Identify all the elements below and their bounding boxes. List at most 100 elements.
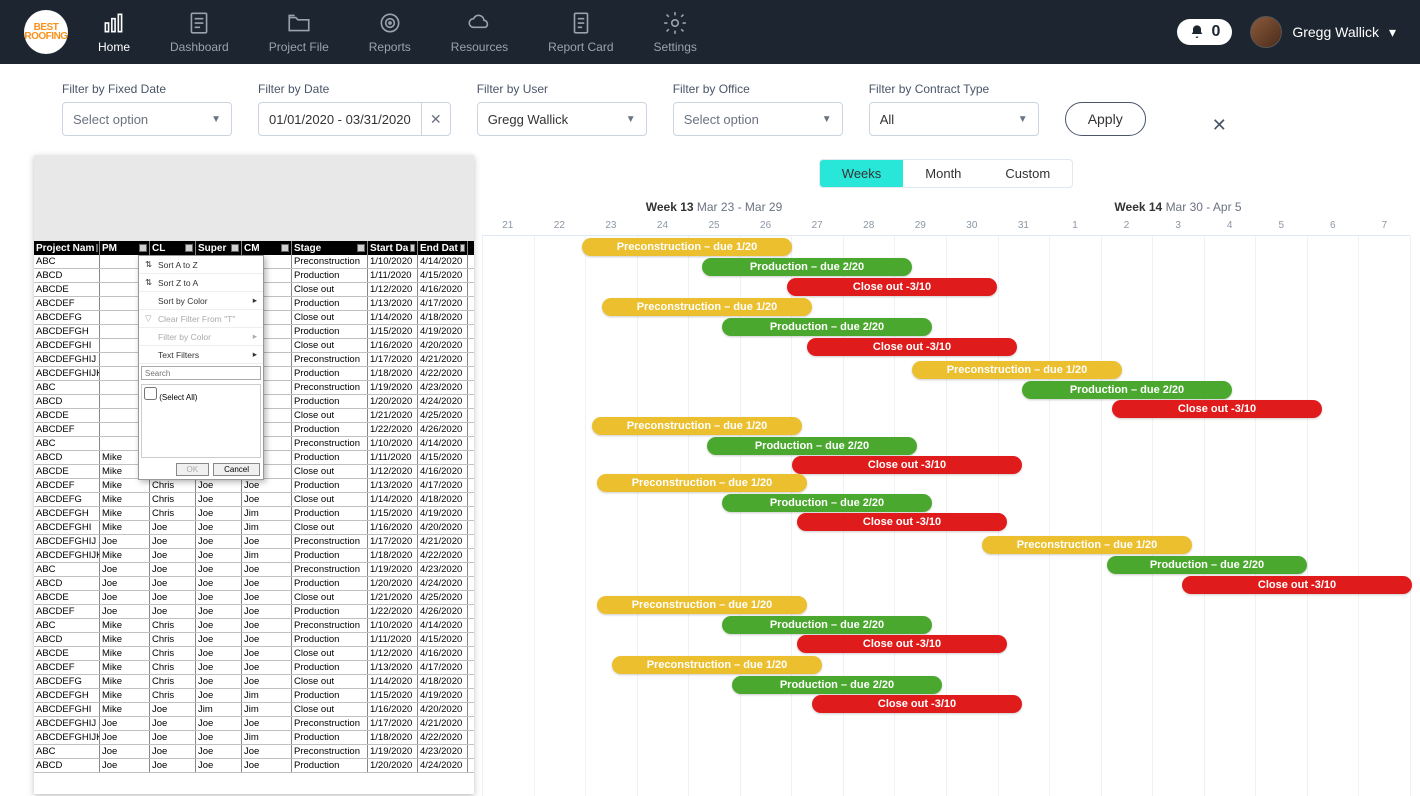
sort-za[interactable]: ⇅Sort Z to A [139, 274, 263, 292]
nav-resources[interactable]: Resources [451, 10, 508, 54]
gantt-bar[interactable]: Production – due 2/20 [707, 437, 917, 455]
table-row[interactable]: ABCJoeJoeJoeJoePreconstruction1/19/20204… [34, 563, 474, 577]
dropdown-value: Select option [684, 112, 759, 127]
gantt-bar[interactable]: Preconstruction – due 1/20 [597, 596, 807, 614]
table-row[interactable]: ABCDEFGHIJJoeJoeJoeJoePreconstruction1/1… [34, 717, 474, 731]
sort-color[interactable]: Sort by Color▸ [139, 292, 263, 310]
table-row[interactable]: ABCJoeJoeJoeJoePreconstruction1/19/20204… [34, 745, 474, 759]
gear-icon [662, 10, 688, 36]
office-dropdown[interactable]: Select option ▼ [673, 102, 843, 136]
filter-icon [139, 244, 147, 252]
user-menu[interactable]: Gregg Wallick ▾ [1250, 16, 1396, 48]
col-cm[interactable]: CM [242, 241, 292, 255]
nav-dashboard[interactable]: Dashboard [170, 10, 229, 54]
gantt-area[interactable]: Preconstruction – due 1/20 Production – d… [482, 236, 1410, 796]
table-row[interactable]: ABCDEFGHIJJoeJoeJoeJoePreconstruction1/1… [34, 535, 474, 549]
gantt-bar[interactable]: Preconstruction – due 1/20 [612, 656, 822, 674]
filter-user: Filter by User Gregg Wallick ▼ [477, 82, 647, 136]
clear-date-button[interactable]: ✕ [421, 102, 451, 136]
close-filters-button[interactable]: ✕ [1212, 105, 1227, 136]
gantt-bar[interactable]: Preconstruction – due 1/20 [592, 417, 802, 435]
col-stage[interactable]: Stage [292, 241, 368, 255]
gantt-bar[interactable]: Preconstruction – due 1/20 [982, 536, 1192, 554]
gantt-bar[interactable]: Preconstruction – due 1/20 [912, 361, 1122, 379]
contract-dropdown[interactable]: All ▼ [869, 102, 1039, 136]
gantt-bar[interactable]: Close out -3/10 [1112, 400, 1322, 418]
gantt-bar[interactable]: Close out -3/10 [807, 338, 1017, 356]
gantt-bar[interactable]: Preconstruction – due 1/20 [582, 238, 792, 256]
gantt-bar[interactable]: Close out -3/10 [797, 635, 1007, 653]
day-cell: 3 [1152, 220, 1204, 231]
col-pm[interactable]: PM [100, 241, 150, 255]
chevron-right-icon: ▸ [253, 331, 257, 342]
gantt-bar[interactable]: Production – due 2/20 [1022, 381, 1232, 399]
table-row[interactable]: ABCDEFGMikeChrisJoeJoeClose out1/14/2020… [34, 493, 474, 507]
tab-custom[interactable]: Custom [983, 160, 1072, 187]
table-row[interactable]: ABCDMikeChrisJoeJoeProduction1/11/20204/… [34, 633, 474, 647]
nav-settings[interactable]: Settings [654, 10, 697, 54]
table-row[interactable]: ABCDEFGHIJKMikeJoeJoeJimProduction1/18/2… [34, 549, 474, 563]
text-filters[interactable]: Text Filters▸ [139, 346, 263, 364]
sort-az[interactable]: ⇅Sort A to Z [139, 256, 263, 274]
nav-project-file[interactable]: Project File [269, 10, 329, 54]
clipboard-icon [186, 10, 212, 36]
tab-month[interactable]: Month [903, 160, 983, 187]
gantt-bar[interactable]: Close out -3/10 [787, 278, 997, 296]
table-row[interactable]: ABCDEMikeChrisJoeJoeClose out1/12/20204/… [34, 647, 474, 661]
tab-weeks[interactable]: Weeks [820, 160, 904, 187]
gantt-bar[interactable]: Close out -3/10 [1182, 576, 1412, 594]
apply-button[interactable]: Apply [1065, 102, 1146, 136]
gantt-bar[interactable]: Production – due 2/20 [702, 258, 912, 276]
table-row[interactable]: ABCDEFGHIMikeJoeJoeJimClose out1/16/2020… [34, 521, 474, 535]
gantt-bar[interactable]: Production – due 2/20 [1107, 556, 1307, 574]
gantt-bar[interactable]: Preconstruction – due 1/20 [597, 474, 807, 492]
table-row[interactable]: ABCDJoeJoeJoeJoeProduction1/20/20204/24/… [34, 759, 474, 773]
gantt-bar[interactable]: Close out -3/10 [812, 695, 1022, 713]
gantt-bar[interactable]: Production – due 2/20 [722, 318, 932, 336]
table-row[interactable]: ABCDEFGHMikeChrisJoeJimProduction1/15/20… [34, 689, 474, 703]
filter-icon [281, 244, 289, 252]
nav-home[interactable]: Home [98, 10, 130, 54]
col-start-date[interactable]: Start Da [368, 241, 418, 255]
table-row[interactable]: ABCDEFGHMikeChrisJoeJimProduction1/15/20… [34, 507, 474, 521]
user-dropdown[interactable]: Gregg Wallick ▼ [477, 102, 647, 136]
gantt-bar[interactable]: Preconstruction – due 1/20 [602, 298, 812, 316]
table-row[interactable]: ABCDJoeJoeJoeJoeProduction1/20/20204/24/… [34, 577, 474, 591]
gantt-bar[interactable]: Close out -3/10 [792, 456, 1022, 474]
table-row[interactable]: ABCMikeChrisJoeJoePreconstruction1/10/20… [34, 619, 474, 633]
sort-icon: ⇅ [145, 259, 153, 270]
table-row[interactable]: ABCDEJoeJoeJoeJoeClose out1/21/20204/25/… [34, 591, 474, 605]
select-all-checkbox[interactable]: (Select All) [144, 393, 197, 402]
filter-search-input[interactable] [141, 366, 261, 380]
notification-badge[interactable]: 0 [1177, 19, 1232, 45]
filter-icon [460, 244, 465, 252]
gantt-bar[interactable]: Production – due 2/20 [722, 494, 932, 512]
filter-date: Filter by Date 01/01/2020 - 03/31/2020 ✕ [258, 82, 451, 136]
nav-reports[interactable]: Reports [369, 10, 411, 54]
table-row[interactable]: ABCDEFMikeChrisJoeJoeProduction1/13/2020… [34, 661, 474, 675]
date-range-input[interactable]: 01/01/2020 - 03/31/2020 [258, 102, 421, 136]
col-super[interactable]: Super [196, 241, 242, 255]
filter-label: Filter by Date [258, 82, 451, 96]
fixed-date-dropdown[interactable]: Select option ▼ [62, 102, 232, 136]
table-row[interactable]: ABCDEFJoeJoeJoeJoeProduction1/22/20204/2… [34, 605, 474, 619]
brand-logo[interactable]: BEST ROOFING [24, 10, 68, 54]
bars-icon [101, 10, 127, 36]
gantt-bar[interactable]: Close out -3/10 [797, 513, 1007, 531]
day-cell: 2 [1101, 220, 1153, 231]
col-cl[interactable]: CL [150, 241, 196, 255]
bell-icon [1189, 24, 1205, 40]
filter-value-list[interactable]: (Select All) [141, 384, 261, 458]
table-row[interactable]: ABCDEFGHIMikeJoeJimJimClose out1/16/2020… [34, 703, 474, 717]
table-row[interactable]: ABCDEFGHIJKJoeJoeJoeJimProduction1/18/20… [34, 731, 474, 745]
gantt-bar[interactable]: Production – due 2/20 [732, 676, 942, 694]
gantt-bar[interactable]: Production – due 2/20 [722, 616, 932, 634]
brand-text: BEST ROOFING [24, 23, 68, 41]
table-row[interactable]: ABCDEFMikeChrisJoeJoeProduction1/13/2020… [34, 479, 474, 493]
col-project-name[interactable]: Project Nam [34, 241, 100, 255]
table-row[interactable]: ABCDEFGMikeChrisJoeJoeClose out1/14/2020… [34, 675, 474, 689]
filter-cancel-button[interactable]: Cancel [213, 463, 260, 476]
nav-report-card[interactable]: Report Card [548, 10, 613, 54]
filter-ok-button[interactable]: OK [176, 463, 210, 476]
col-end-date[interactable]: End Dat [418, 241, 468, 255]
